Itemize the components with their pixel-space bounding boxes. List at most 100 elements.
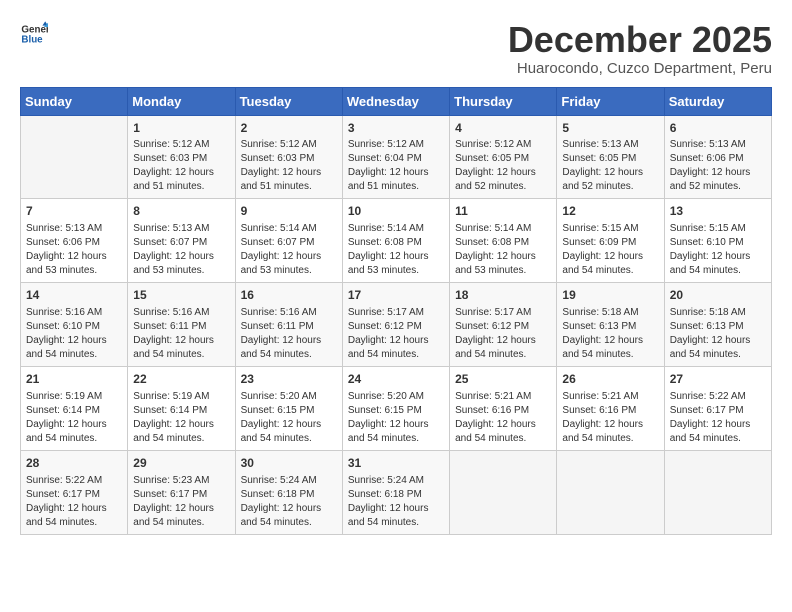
calendar-cell: 31Sunrise: 5:24 AM Sunset: 6:18 PM Dayli… (342, 450, 449, 534)
page-header: General Blue December 2025 Huarocondo, C… (20, 20, 772, 77)
calendar-body: 1Sunrise: 5:12 AM Sunset: 6:03 PM Daylig… (21, 115, 772, 534)
day-number: 30 (241, 455, 337, 472)
day-number: 9 (241, 203, 337, 220)
day-info: Sunrise: 5:22 AM Sunset: 6:17 PM Dayligh… (26, 474, 122, 530)
day-info: Sunrise: 5:21 AM Sunset: 6:16 PM Dayligh… (562, 390, 658, 446)
day-number: 26 (562, 371, 658, 388)
calendar-cell: 2Sunrise: 5:12 AM Sunset: 6:03 PM Daylig… (235, 115, 342, 199)
day-number: 23 (241, 371, 337, 388)
calendar-cell: 15 Sunrise: 5:16 AM Sunset: 6:11 PM Dayli… (128, 283, 235, 367)
logo: General Blue (20, 20, 48, 48)
day-info: Sunrise: 5:12 AM Sunset: 6:03 PM Dayligh… (133, 138, 229, 194)
day-number: 27 (670, 371, 766, 388)
calendar-cell: 23Sunrise: 5:20 AM Sunset: 6:15 PM Dayli… (235, 366, 342, 450)
day-info: Sunrise: 5:12 AM Sunset: 6:03 PM Dayligh… (241, 138, 337, 194)
day-number: 5 (562, 120, 658, 137)
day-info: Sunrise: 5:19 AM Sunset: 6:14 PM Dayligh… (133, 390, 229, 446)
calendar-cell: 30 Sunrise: 5:24 AM Sunset: 6:18 PM Dayli… (235, 450, 342, 534)
day-number: 12 (562, 203, 658, 220)
day-info: Sunrise: 5:18 AM Sunset: 6:13 PM Dayligh… (562, 306, 658, 362)
calendar-cell: 7 Sunrise: 5:13 AM Sunset: 6:06 PM Daylig… (21, 199, 128, 283)
svg-text:Blue: Blue (21, 34, 43, 45)
calendar-cell: 3Sunrise: 5:12 AM Sunset: 6:04 PM Daylig… (342, 115, 449, 199)
calendar-cell (450, 450, 557, 534)
calendar-week-row: 1Sunrise: 5:12 AM Sunset: 6:03 PM Daylig… (21, 115, 772, 199)
day-number: 16 (241, 287, 337, 304)
calendar-cell: 27Sunrise: 5:22 AM Sunset: 6:17 PM Dayli… (664, 366, 771, 450)
calendar-header-thursday: Thursday (450, 87, 557, 115)
day-info: Sunrise: 5:15 AM Sunset: 6:10 PM Dayligh… (670, 222, 766, 278)
location-subtitle: Huarocondo, Cuzco Department, Peru (508, 60, 772, 77)
calendar-week-row: 14Sunrise: 5:16 AM Sunset: 6:10 PM Dayli… (21, 283, 772, 367)
day-number: 19 (562, 287, 658, 304)
day-number: 22 (133, 371, 229, 388)
logo-icon: General Blue (20, 20, 48, 48)
day-number: 11 (455, 203, 551, 220)
calendar-week-row: 28 Sunrise: 5:22 AM Sunset: 6:17 PM Dayli… (21, 450, 772, 534)
day-info: Sunrise: 5:19 AM Sunset: 6:14 PM Dayligh… (26, 390, 122, 446)
calendar-cell: 22 Sunrise: 5:19 AM Sunset: 6:14 PM Dayli… (128, 366, 235, 450)
calendar-cell (664, 450, 771, 534)
calendar-cell: 4Sunrise: 5:12 AM Sunset: 6:05 PM Daylig… (450, 115, 557, 199)
day-number: 18 (455, 287, 551, 304)
calendar-cell: 21 Sunrise: 5:19 AM Sunset: 6:14 PM Dayli… (21, 366, 128, 450)
day-info: Sunrise: 5:23 AM Sunset: 6:17 PM Dayligh… (133, 474, 229, 530)
day-info: Sunrise: 5:13 AM Sunset: 6:07 PM Dayligh… (133, 222, 229, 278)
day-info: Sunrise: 5:18 AM Sunset: 6:13 PM Dayligh… (670, 306, 766, 362)
calendar-cell (21, 115, 128, 199)
day-number: 2 (241, 120, 337, 137)
day-info: Sunrise: 5:12 AM Sunset: 6:05 PM Dayligh… (455, 138, 551, 194)
calendar-cell: 19 Sunrise: 5:18 AM Sunset: 6:13 PM Dayli… (557, 283, 664, 367)
calendar-cell: 8 Sunrise: 5:13 AM Sunset: 6:07 PM Daylig… (128, 199, 235, 283)
day-number: 20 (670, 287, 766, 304)
calendar-cell: 29 Sunrise: 5:23 AM Sunset: 6:17 PM Dayli… (128, 450, 235, 534)
day-number: 6 (670, 120, 766, 137)
calendar-cell: 25 Sunrise: 5:21 AM Sunset: 6:16 PM Dayli… (450, 366, 557, 450)
day-number: 1 (133, 120, 229, 137)
day-number: 7 (26, 203, 122, 220)
calendar-cell: 20 Sunrise: 5:18 AM Sunset: 6:13 PM Dayli… (664, 283, 771, 367)
calendar-cell: 10 Sunrise: 5:14 AM Sunset: 6:08 PM Dayli… (342, 199, 449, 283)
day-number: 25 (455, 371, 551, 388)
calendar-cell: 9Sunrise: 5:14 AM Sunset: 6:07 PM Daylig… (235, 199, 342, 283)
day-number: 15 (133, 287, 229, 304)
calendar-cell: 26 Sunrise: 5:21 AM Sunset: 6:16 PM Dayli… (557, 366, 664, 450)
day-info: Sunrise: 5:15 AM Sunset: 6:09 PM Dayligh… (562, 222, 658, 278)
day-number: 14 (26, 287, 122, 304)
calendar-cell: 11Sunrise: 5:14 AM Sunset: 6:08 PM Dayli… (450, 199, 557, 283)
calendar-week-row: 7 Sunrise: 5:13 AM Sunset: 6:06 PM Daylig… (21, 199, 772, 283)
calendar-header-tuesday: Tuesday (235, 87, 342, 115)
day-info: Sunrise: 5:24 AM Sunset: 6:18 PM Dayligh… (241, 474, 337, 530)
calendar-cell: 6Sunrise: 5:13 AM Sunset: 6:06 PM Daylig… (664, 115, 771, 199)
day-info: Sunrise: 5:17 AM Sunset: 6:12 PM Dayligh… (455, 306, 551, 362)
calendar-cell: 13Sunrise: 5:15 AM Sunset: 6:10 PM Dayli… (664, 199, 771, 283)
calendar-cell (557, 450, 664, 534)
day-info: Sunrise: 5:17 AM Sunset: 6:12 PM Dayligh… (348, 306, 444, 362)
day-number: 4 (455, 120, 551, 137)
calendar-cell: 28 Sunrise: 5:22 AM Sunset: 6:17 PM Dayli… (21, 450, 128, 534)
calendar-header-row: SundayMondayTuesdayWednesdayThursdayFrid… (21, 87, 772, 115)
calendar-header-saturday: Saturday (664, 87, 771, 115)
day-number: 24 (348, 371, 444, 388)
day-number: 3 (348, 120, 444, 137)
day-number: 29 (133, 455, 229, 472)
day-info: Sunrise: 5:24 AM Sunset: 6:18 PM Dayligh… (348, 474, 444, 530)
calendar-cell: 24Sunrise: 5:20 AM Sunset: 6:15 PM Dayli… (342, 366, 449, 450)
calendar-header-monday: Monday (128, 87, 235, 115)
day-info: Sunrise: 5:13 AM Sunset: 6:05 PM Dayligh… (562, 138, 658, 194)
day-info: Sunrise: 5:16 AM Sunset: 6:11 PM Dayligh… (241, 306, 337, 362)
calendar-cell: 17Sunrise: 5:17 AM Sunset: 6:12 PM Dayli… (342, 283, 449, 367)
day-info: Sunrise: 5:13 AM Sunset: 6:06 PM Dayligh… (26, 222, 122, 278)
day-number: 28 (26, 455, 122, 472)
calendar-table: SundayMondayTuesdayWednesdayThursdayFrid… (20, 87, 772, 535)
day-info: Sunrise: 5:14 AM Sunset: 6:08 PM Dayligh… (348, 222, 444, 278)
title-area: December 2025 Huarocondo, Cuzco Departme… (508, 20, 772, 77)
day-info: Sunrise: 5:21 AM Sunset: 6:16 PM Dayligh… (455, 390, 551, 446)
month-year-title: December 2025 (508, 20, 772, 60)
day-info: Sunrise: 5:16 AM Sunset: 6:11 PM Dayligh… (133, 306, 229, 362)
day-number: 8 (133, 203, 229, 220)
day-number: 10 (348, 203, 444, 220)
day-number: 21 (26, 371, 122, 388)
calendar-cell: 14Sunrise: 5:16 AM Sunset: 6:10 PM Dayli… (21, 283, 128, 367)
calendar-cell: 18 Sunrise: 5:17 AM Sunset: 6:12 PM Dayli… (450, 283, 557, 367)
